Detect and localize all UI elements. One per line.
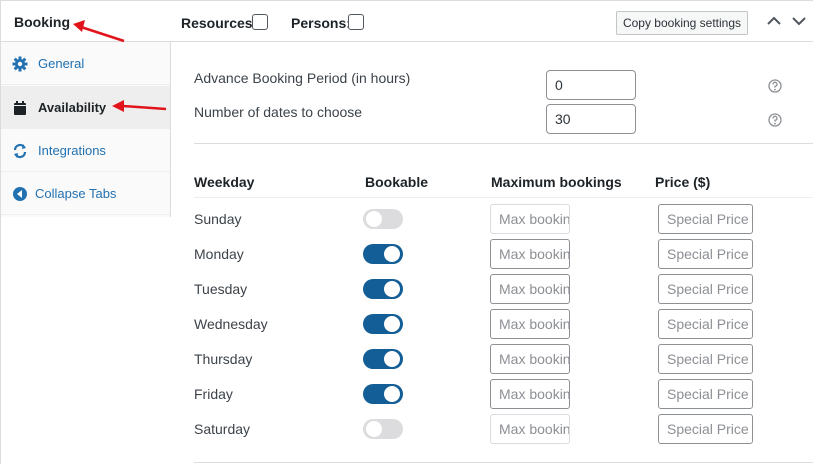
max-bookings-input[interactable]: Max bookings (490, 344, 570, 374)
max-bookings-input[interactable]: Max bookings (490, 309, 570, 339)
special-price-input[interactable]: Special Price (658, 344, 753, 374)
tab-general[interactable]: General (1, 42, 170, 85)
table-row: Thursday Max bookings Special Price (1, 343, 813, 378)
table-row: Monday Max bookings Special Price (1, 238, 813, 273)
bookable-toggle[interactable] (363, 349, 403, 369)
weekday-label: Thursday (194, 351, 253, 367)
help-icon[interactable] (768, 79, 782, 93)
advance-period-input[interactable]: 0 (546, 70, 636, 100)
weekday-header: Weekday (194, 174, 255, 190)
copy-booking-settings-button[interactable]: Copy booking settings (616, 11, 748, 35)
booking-panel: Booking Resources: Persons: Copy booking… (0, 0, 813, 464)
persons-checkbox[interactable] (348, 14, 364, 30)
weekday-label: Tuesday (194, 281, 248, 297)
table-row: Sunday Max bookings Special Price (1, 203, 813, 238)
max-bookings-input[interactable]: Max bookings (490, 239, 570, 269)
bookable-toggle[interactable] (363, 209, 403, 229)
tab-integrations-label: Integrations (38, 143, 106, 158)
collapse-left-icon (13, 187, 27, 201)
special-price-input[interactable]: Special Price (658, 274, 753, 304)
max-bookings-input[interactable]: Max bookings (490, 274, 570, 304)
resources-checkbox[interactable] (252, 14, 268, 30)
table-row: Saturday Max bookings Special Price (1, 413, 813, 448)
special-price-input[interactable]: Special Price (658, 309, 753, 339)
bookable-toggle[interactable] (363, 314, 403, 334)
gear-icon (12, 56, 28, 72)
bookable-toggle[interactable] (363, 419, 403, 439)
dates-to-choose-label: Number of dates to choose (194, 104, 363, 120)
weekday-label: Saturday (194, 421, 251, 437)
persons-label: Persons: (291, 15, 351, 31)
calendar-icon (14, 101, 26, 115)
weekday-label: Wednesday (194, 316, 268, 332)
tab-integrations[interactable]: Integrations (1, 129, 170, 172)
sync-icon (13, 143, 27, 159)
chevron-down-icon[interactable] (790, 12, 808, 30)
special-price-input[interactable]: Special Price (658, 239, 753, 269)
resources-label: Resources: (181, 15, 258, 31)
divider (194, 462, 813, 463)
weekday-label: Friday (194, 386, 233, 402)
chevron-up-icon[interactable] (765, 12, 783, 30)
table-row: Wednesday Max bookings Special Price (1, 308, 813, 343)
max-bookings-input[interactable]: Max bookings (490, 204, 570, 234)
tab-availability-label: Availability (38, 100, 107, 115)
divider (194, 143, 813, 144)
special-price-input[interactable]: Special Price (658, 379, 753, 409)
weekday-label: Sunday (194, 211, 242, 227)
max-bookings-input[interactable]: Max bookings (490, 414, 570, 444)
annotation-arrow-icon (73, 20, 125, 43)
special-price-input[interactable]: Special Price (658, 204, 753, 234)
panel-title: Booking (14, 14, 70, 30)
collapse-tabs-label: Collapse Tabs (35, 186, 117, 201)
max-bookings-input[interactable]: Max bookings (490, 379, 570, 409)
special-price-input[interactable]: Special Price (658, 414, 753, 444)
table-row: Friday Max bookings Special Price (1, 378, 813, 413)
bookable-toggle[interactable] (363, 279, 403, 299)
price-header: Price ($) (655, 174, 711, 190)
annotation-arrow-icon (112, 100, 167, 112)
header-divider (194, 197, 813, 198)
weekday-label: Monday (194, 246, 244, 262)
max-bookings-header: Maximum bookings (491, 174, 622, 190)
sidebar-tabs: General Availability Integrations Collap… (1, 42, 171, 217)
help-icon[interactable] (768, 113, 782, 127)
bookable-toggle[interactable] (363, 384, 403, 404)
dates-to-choose-input[interactable]: 30 (546, 104, 636, 134)
table-row: Tuesday Max bookings Special Price (1, 273, 813, 308)
bookable-header: Bookable (365, 174, 429, 190)
bookable-toggle[interactable] (363, 244, 403, 264)
tab-general-label: General (38, 56, 85, 71)
advance-period-label: Advance Booking Period (in hours) (194, 70, 411, 86)
